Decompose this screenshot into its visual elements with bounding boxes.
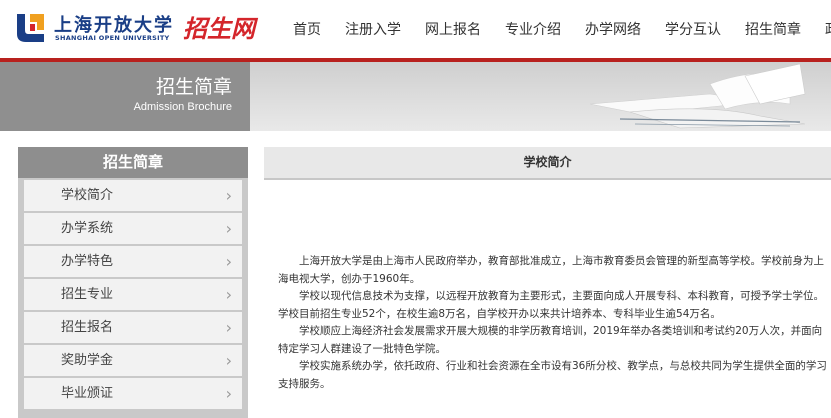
- chevron-right-icon: ›: [225, 285, 232, 304]
- sidebar-item-label: 招生报名: [61, 320, 114, 335]
- sidebar-item-registration[interactable]: 招生报名 ›: [24, 312, 242, 343]
- sidebar-item-majors[interactable]: 招生专业 ›: [24, 279, 242, 310]
- article-paragraph: 上海开放大学是由上海市人民政府举办，教育部批准成立，上海市教育委员会管理的新型高…: [278, 255, 824, 285]
- chevron-right-icon: ›: [225, 219, 232, 238]
- banner-subtitle: Admission Brochure: [133, 101, 232, 113]
- university-emblem-icon: [17, 14, 44, 42]
- chevron-right-icon: ›: [225, 384, 232, 403]
- nav-credit-recognition[interactable]: 学分互认: [665, 19, 721, 39]
- sidebar-item-label: 办学系统: [61, 221, 114, 236]
- main-nav: 首页 注册入学 网上报名 专业介绍 办学网络 学分互认 招生简章 政策: [293, 0, 831, 58]
- logo-admissions-badge: 招生网: [183, 15, 255, 43]
- sidebar-item-school-system[interactable]: 办学系统 ›: [24, 213, 242, 244]
- article-body: 上海开放大学是由上海市人民政府举办，教育部批准成立，上海市教育委员会管理的新型高…: [278, 253, 828, 393]
- nav-online-application[interactable]: 网上报名: [425, 19, 481, 39]
- sidebar-item-graduation[interactable]: 毕业颁证 ›: [24, 378, 242, 409]
- site-header: 上海开放大学 SHANGHAI OPEN UNIVERSITY 招生网 首页 注…: [0, 0, 831, 58]
- nav-home[interactable]: 首页: [293, 19, 321, 39]
- article-paragraph: 学校实施系统办学，依托政府、行业和社会资源在全市设有36所分校、教学点，与总校共…: [278, 360, 827, 390]
- sidebar-item-features[interactable]: 办学特色 ›: [24, 246, 242, 277]
- banner-paper-illustration: [589, 64, 806, 129]
- nav-majors[interactable]: 专业介绍: [505, 19, 561, 39]
- sidebar: 招生简章 学校简介 › 办学系统 › 办学特色 › 招生专业 › 招生报名 › …: [18, 147, 248, 418]
- sidebar-item-label: 办学特色: [61, 254, 114, 269]
- sidebar-item-label: 学校简介: [61, 188, 114, 203]
- content-header: 学校简介: [264, 147, 831, 180]
- article-paragraph: 学校顺应上海经济社会发展需求开展大规模的非学历教育培训，2019年举办各类培训和…: [278, 325, 823, 355]
- sidebar-item-scholarships[interactable]: 奖助学金 ›: [24, 345, 242, 376]
- chevron-right-icon: ›: [225, 252, 232, 271]
- sidebar-item-label: 招生专业: [61, 287, 114, 302]
- logo-english-name: SHANGHAI OPEN UNIVERSITY: [55, 34, 170, 42]
- banner-title-box: 招生简章 Admission Brochure: [0, 62, 250, 131]
- nav-enrollment[interactable]: 注册入学: [345, 19, 401, 39]
- sidebar-item-label: 奖助学金: [61, 353, 114, 368]
- page-banner: 招生简章 Admission Brochure: [0, 62, 831, 131]
- chevron-right-icon: ›: [225, 318, 232, 337]
- sidebar-item-label: 毕业颁证: [61, 386, 114, 401]
- nav-admission-brochure[interactable]: 招生简章: [745, 19, 801, 39]
- sidebar-heading: 招生简章: [18, 147, 248, 178]
- chevron-right-icon: ›: [225, 186, 232, 205]
- nav-school-network[interactable]: 办学网络: [585, 19, 641, 39]
- chevron-right-icon: ›: [225, 351, 232, 370]
- site-logo[interactable]: 上海开放大学 SHANGHAI OPEN UNIVERSITY 招生网: [14, 8, 255, 48]
- sidebar-item-school-intro[interactable]: 学校简介 ›: [24, 180, 242, 211]
- nav-policy[interactable]: 政策: [825, 19, 831, 39]
- sidebar-menu: 学校简介 › 办学系统 › 办学特色 › 招生专业 › 招生报名 › 奖助学金 …: [24, 180, 242, 411]
- banner-title: 招生简章: [155, 76, 232, 98]
- article-paragraph: 学校以现代信息技术为支撑，以远程开放教育为主要形式，主要面向成人开展专科、本科教…: [278, 290, 824, 320]
- page-title: 学校简介: [523, 155, 572, 169]
